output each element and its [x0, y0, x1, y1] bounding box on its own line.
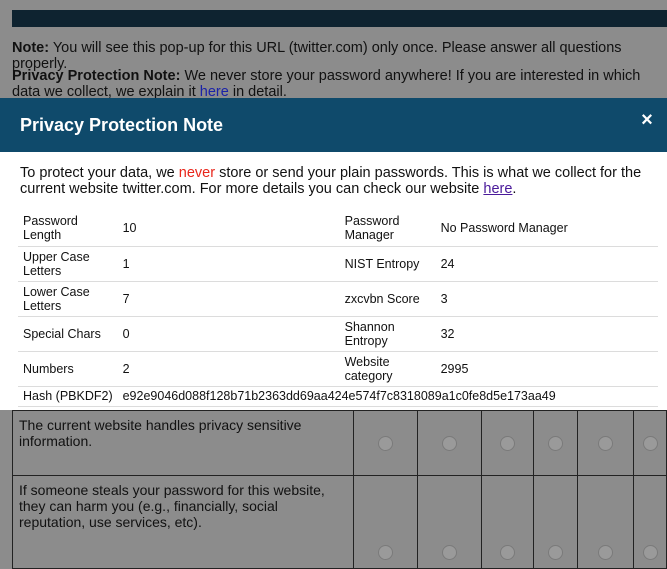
stat-label: Special Chars	[18, 316, 118, 352]
stat-value: 2	[117, 351, 340, 387]
radio-option[interactable]	[499, 545, 515, 560]
radio-option[interactable]	[378, 545, 394, 560]
hash-label: Hash (PBKDF2)	[18, 386, 118, 407]
privacy-note: Privacy Protection Note: We never store …	[12, 68, 662, 100]
stat-value: 3	[435, 281, 658, 317]
stat-label: Upper Case Letters	[18, 246, 118, 282]
radio-option[interactable]	[548, 435, 564, 451]
survey-row: If someone steals your password for this…	[11, 475, 667, 569]
stat-label: Shannon Entropy	[339, 316, 436, 352]
stat-label: Website category	[339, 351, 436, 387]
top-header-bar	[12, 10, 667, 27]
close-icon[interactable]: ×	[635, 109, 659, 133]
radio-option[interactable]	[441, 545, 457, 560]
modal-title: Privacy Protection Note	[20, 115, 224, 135]
never-highlight: never	[178, 165, 216, 181]
stat-label: Password Manager	[339, 211, 436, 247]
stats-row: Upper Case Letters 1 NIST Entropy 24	[18, 246, 658, 282]
privacy-modal: Privacy Protection Note × To protect you…	[0, 98, 667, 410]
note-label: Note:	[12, 40, 50, 56]
stat-label: Password Length	[18, 211, 118, 247]
radio-option[interactable]	[499, 435, 515, 451]
stat-value: 7	[117, 281, 340, 317]
stat-label: Numbers	[18, 351, 118, 387]
stat-value: 24	[435, 246, 658, 282]
stat-value: 2995	[435, 351, 658, 387]
stats-row: Special Chars 0 Shannon Entropy 32	[18, 316, 658, 352]
modal-header: Privacy Protection Note ×	[0, 98, 667, 152]
hash-row: Hash (PBKDF2) e92e9046d088f128b71b2363dd…	[18, 386, 658, 407]
stat-value: 0	[117, 316, 340, 352]
modal-intro: To protect your data, we never store or …	[20, 165, 650, 197]
radio-option[interactable]	[378, 435, 394, 451]
password-stats-table: Password Length 10 Password Manager No P…	[18, 211, 658, 407]
stat-label: zxcvbn Score	[339, 281, 436, 317]
radio-option[interactable]	[548, 545, 564, 560]
intro-text-end: .	[512, 181, 517, 197]
survey-question: If someone steals your password for this…	[11, 475, 355, 569]
privacy-label: Privacy Protection Note:	[12, 68, 181, 84]
stat-value: 10	[117, 211, 340, 247]
survey-table: The current website handles privacy sens…	[11, 410, 667, 569]
stats-row: Lower Case Letters 7 zxcvbn Score 3	[18, 281, 658, 317]
radio-option[interactable]	[642, 545, 658, 560]
stat-label: Lower Case Letters	[18, 281, 118, 317]
stat-value: No Password Manager	[435, 211, 658, 247]
stats-row: Numbers 2 Website category 2995	[18, 351, 658, 387]
radio-option[interactable]	[598, 435, 614, 451]
stat-value: 32	[435, 316, 658, 352]
stat-label: NIST Entropy	[339, 246, 436, 282]
intro-text: To protect your data, we	[20, 165, 179, 181]
survey-row: The current website handles privacy sens…	[11, 410, 667, 476]
stats-row: Password Length 10 Password Manager No P…	[18, 211, 658, 247]
stat-value: 1	[117, 246, 340, 282]
hash-value: e92e9046d088f128b71b2363dd69aa424e574f7c…	[117, 386, 658, 407]
survey-question: The current website handles privacy sens…	[11, 410, 355, 476]
radio-option[interactable]	[642, 435, 658, 451]
radio-option[interactable]	[598, 545, 614, 560]
radio-option[interactable]	[441, 435, 457, 451]
website-link[interactable]: here	[483, 181, 512, 197]
